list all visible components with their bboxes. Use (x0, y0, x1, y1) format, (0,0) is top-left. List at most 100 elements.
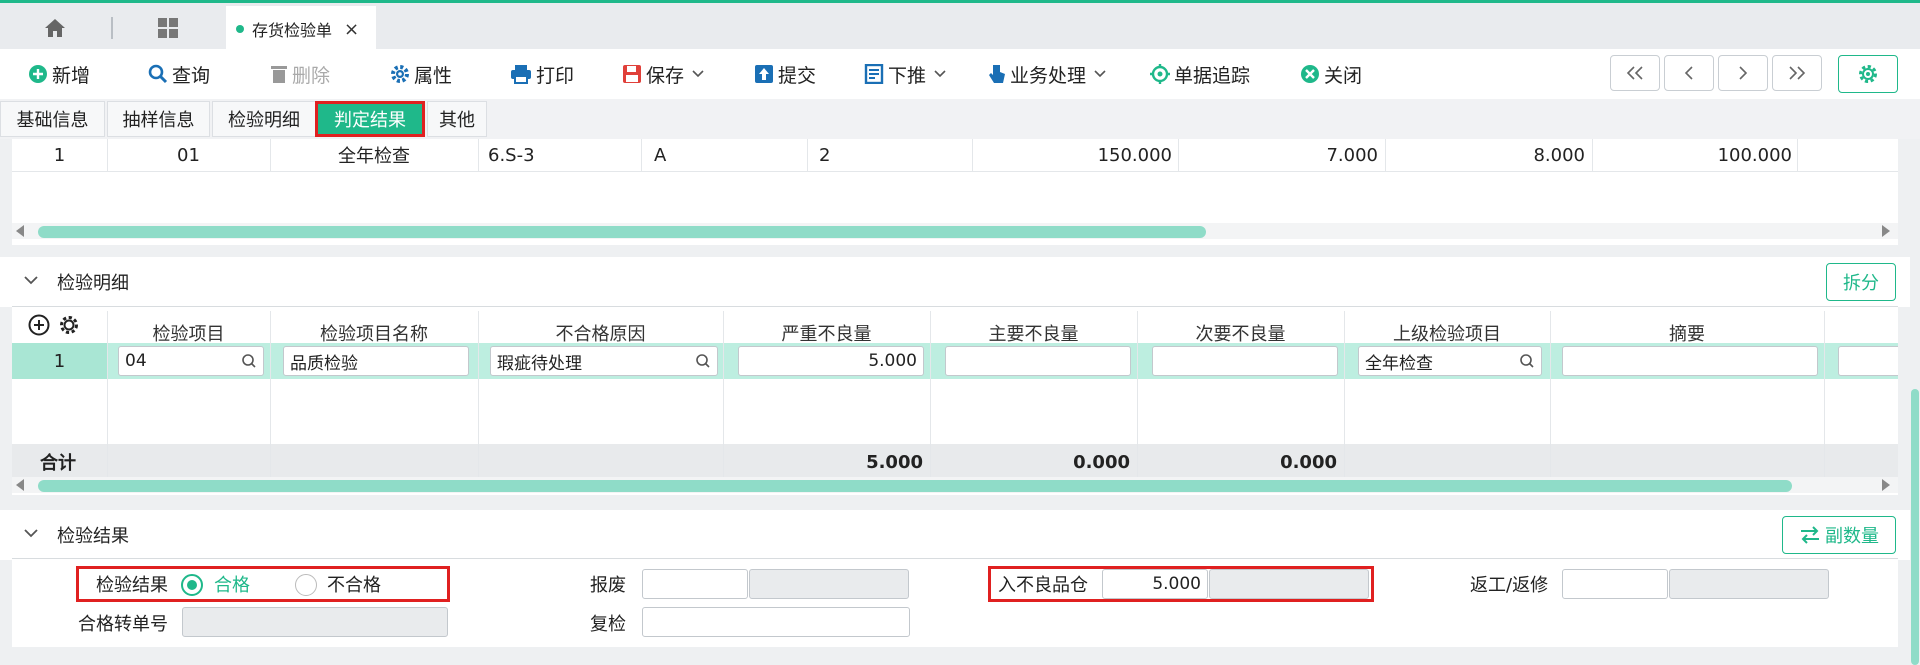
chevron-down-icon (692, 70, 704, 78)
delete-button[interactable]: 删除 (270, 60, 330, 88)
add-row-icon[interactable] (28, 314, 50, 341)
floppy-disk-icon (623, 65, 641, 83)
scrollbar-thumb[interactable] (38, 480, 1792, 492)
horizontal-scrollbar[interactable] (12, 477, 1898, 493)
summary-input[interactable] (1562, 346, 1818, 376)
lookup-search-icon (696, 354, 710, 368)
scroll-right-arrow[interactable] (1882, 225, 1890, 237)
split-button[interactable]: 拆分 (1826, 263, 1896, 301)
sub-quantity-button[interactable]: 副数量 (1782, 516, 1896, 554)
properties-button[interactable]: 属性 (390, 60, 452, 88)
tab-status-dot (236, 25, 244, 33)
parent-item-input[interactable]: 全年检查 (1358, 346, 1542, 376)
page-vertical-scrollbar[interactable] (1910, 139, 1920, 665)
table-cell: 01 (177, 144, 200, 166)
submit-button[interactable]: 提交 (754, 60, 816, 88)
column-header[interactable]: 主要不良量 (930, 318, 1137, 348)
upload-arrow-icon (755, 65, 773, 83)
tab-inspection-detail[interactable]: 检验明细 (212, 101, 316, 137)
radio-pass[interactable] (181, 574, 203, 596)
inspection-item-name-value: 品质检验 (290, 353, 358, 374)
rework-label: 返工/返修 (1470, 575, 1549, 596)
column-header[interactable]: 不合格原因 (478, 318, 723, 348)
collapse-chevron-icon[interactable] (24, 528, 38, 538)
column-header[interactable]: 检验项目 (107, 318, 270, 348)
recheck-input[interactable] (642, 607, 910, 637)
print-button[interactable]: 打印 (510, 60, 574, 88)
last-record-button[interactable] (1772, 55, 1822, 91)
radio-fail[interactable] (295, 574, 317, 596)
tab-label: 存货检验单 (252, 21, 333, 40)
delete-label: 删除 (292, 64, 331, 87)
table-cell: A (654, 144, 667, 166)
tab-separator (111, 17, 113, 39)
minor-defect-qty-input[interactable] (1152, 346, 1338, 376)
trace-label: 单据追踪 (1174, 64, 1251, 87)
scroll-left-arrow[interactable] (16, 479, 24, 491)
new-label: 新增 (52, 64, 91, 87)
next-record-button[interactable] (1718, 55, 1768, 91)
major-defect-qty-input[interactable] (945, 346, 1131, 376)
collapse-chevron-icon[interactable] (24, 275, 38, 285)
inspection-item-input[interactable]: 04 (118, 346, 264, 376)
row-index: 1 (53, 350, 66, 372)
radio-fail-label[interactable]: 不合格 (327, 567, 381, 601)
previous-record-button[interactable] (1664, 55, 1714, 91)
column-settings-gear-icon[interactable] (58, 314, 80, 341)
close-button[interactable]: 关闭 (1300, 60, 1362, 88)
search-icon (148, 64, 168, 84)
table-cell: 8.000 (1533, 144, 1585, 166)
push-down-button[interactable]: 下推 (864, 60, 950, 88)
query-button[interactable]: 查询 (148, 60, 210, 88)
severe-defect-qty-input[interactable]: 5.000 (738, 346, 924, 376)
chevron-left-icon (1684, 66, 1693, 80)
close-tab-icon[interactable]: × (344, 19, 359, 40)
app-grid-icon[interactable] (148, 13, 188, 43)
scrollbar-thumb[interactable] (1911, 389, 1919, 665)
tab-inventory-inspection[interactable]: 存货检验单 × (226, 6, 376, 52)
double-chevron-right-icon (1789, 66, 1806, 80)
column-header[interactable]: 次要不良量 (1137, 318, 1344, 348)
settings-gear-icon (1859, 65, 1877, 83)
tab-judgment-result[interactable]: 判定结果 (315, 101, 425, 137)
trace-button[interactable]: 单据追踪 (1150, 60, 1250, 88)
table-cell: 100.000 (1717, 144, 1792, 166)
tab-other[interactable]: 其他 (427, 101, 487, 137)
print-label: 打印 (536, 64, 575, 87)
inspection-item-value: 04 (125, 351, 147, 371)
rework-qty-input[interactable] (1562, 569, 1668, 599)
detail-section-header: 检验明细 拆分 (0, 257, 1920, 307)
pass-doc-field (182, 607, 448, 637)
column-header[interactable]: 上级检验项目 (1344, 318, 1550, 348)
settings-button[interactable] (1838, 55, 1898, 93)
table-cell: 全年检查 (338, 146, 410, 167)
table-cell: 7.000 (1326, 144, 1378, 166)
save-button[interactable]: 保存 (622, 60, 708, 88)
recheck-label: 复检 (590, 614, 626, 635)
scrollbar-thumb[interactable] (38, 226, 1206, 238)
column-header[interactable]: 严重不良量 (723, 318, 930, 348)
scroll-left-arrow[interactable] (16, 225, 24, 237)
document-push-icon (864, 64, 884, 84)
business-process-button[interactable]: 业务处理 (988, 60, 1110, 88)
scroll-right-arrow[interactable] (1882, 479, 1890, 491)
double-chevron-left-icon (1626, 66, 1643, 80)
defect-reason-input[interactable]: 瑕疵待处理 (490, 346, 718, 376)
submit-label: 提交 (778, 64, 817, 87)
home-icon[interactable] (30, 13, 80, 43)
next-column-input[interactable] (1838, 346, 1898, 376)
parent-item-value: 全年检查 (1365, 353, 1433, 374)
tab-sampling-info[interactable]: 抽样信息 (107, 101, 210, 137)
column-header[interactable]: 检验项目名称 (270, 318, 478, 348)
sampling-table: 1 01 全年检查 6.S-3 A 2 150.000 7.000 8.000 … (12, 139, 1898, 245)
scrap-qty-input[interactable] (642, 569, 748, 599)
defect-warehouse-qty-input[interactable]: 5.000 (1102, 569, 1208, 599)
new-button[interactable]: 新增 (28, 60, 90, 88)
inspection-item-name-input[interactable]: 品质检验 (283, 346, 469, 376)
radio-pass-label[interactable]: 合格 (214, 567, 250, 601)
horizontal-scrollbar[interactable] (12, 223, 1898, 239)
first-record-button[interactable] (1610, 55, 1660, 91)
defect-warehouse-label: 入不良品仓 (998, 575, 1088, 596)
tab-basic-info[interactable]: 基础信息 (0, 101, 105, 137)
column-header[interactable]: 摘要 (1550, 318, 1824, 348)
